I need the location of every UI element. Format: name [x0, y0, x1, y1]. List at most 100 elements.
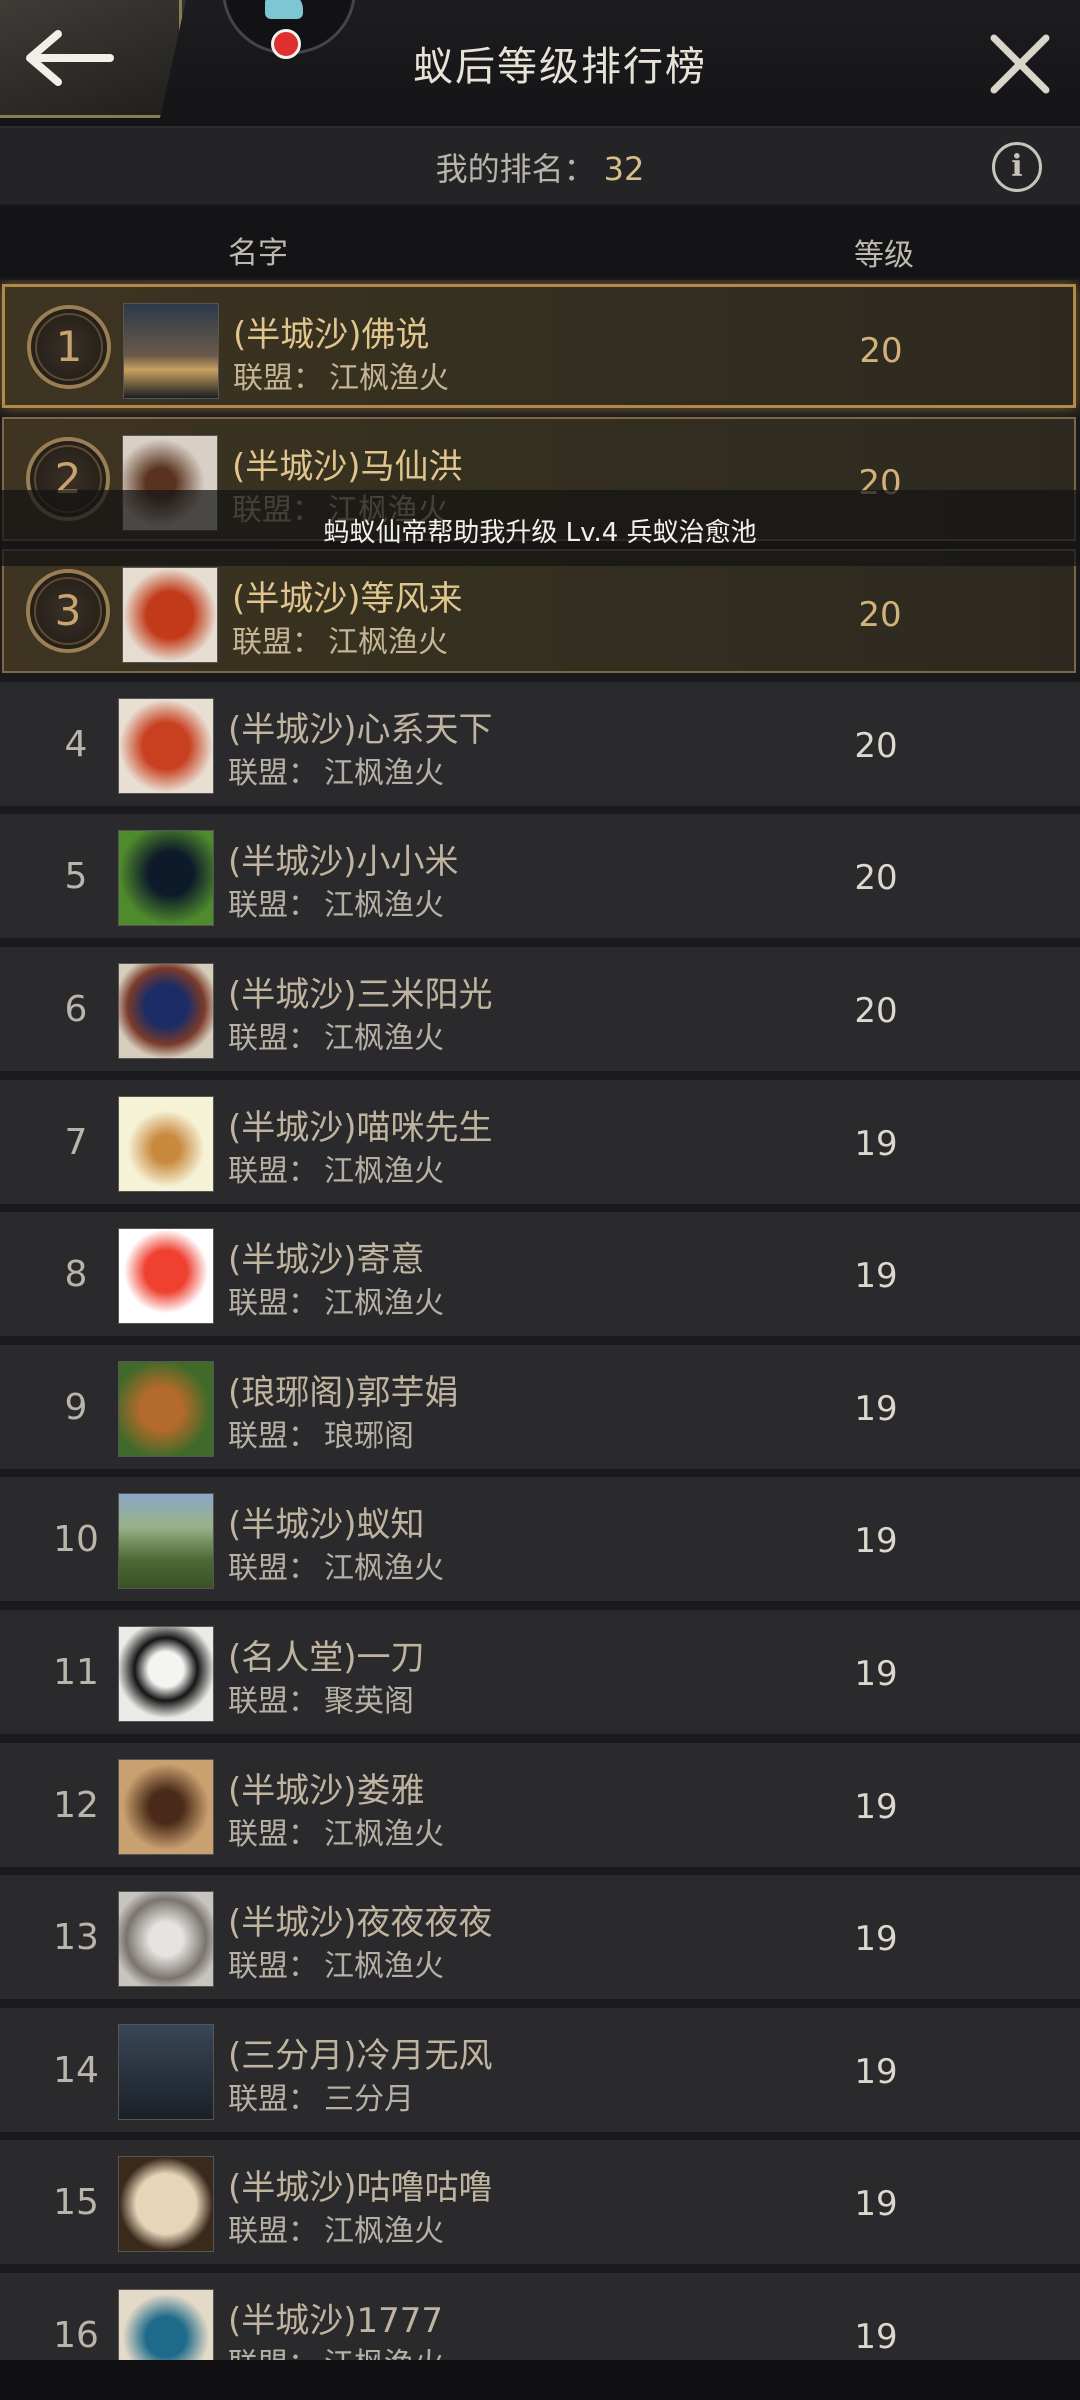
- player-avatar[interactable]: [118, 963, 214, 1059]
- player-avatar[interactable]: [118, 697, 214, 794]
- alliance-label: 联盟：: [233, 361, 323, 396]
- player-avatar[interactable]: [118, 1758, 214, 1855]
- alliance-name: 琅琊阁: [324, 1418, 414, 1454]
- alliance-name: 江枫渔火: [324, 1551, 444, 1587]
- player-level: 20: [854, 858, 898, 899]
- ranking-row[interactable]: 8 (半城沙)寄意 联盟： 江枫渔火 19: [0, 1212, 1080, 1337]
- player-avatar[interactable]: [118, 1228, 214, 1325]
- player-avatar[interactable]: [118, 1891, 214, 1988]
- alliance-label: 联盟：: [228, 888, 318, 924]
- arrow-left-icon: [26, 30, 114, 86]
- ranking-list[interactable]: 1(半城沙)佛说联盟：江枫渔火202(半城沙)马仙洪联盟：江枫渔火203(半城沙…: [0, 280, 1080, 2360]
- ranking-row[interactable]: 13 (半城沙)夜夜夜夜 联盟： 江枫渔火 19: [0, 1875, 1080, 2000]
- ranking-row[interactable]: 6 (半城沙)三米阳光 联盟： 江枫渔火 20: [0, 947, 1080, 1071]
- rank-number: 6: [64, 989, 88, 1030]
- player-alliance: 联盟：江枫渔火: [228, 2339, 444, 2360]
- alliance-label: 联盟：: [228, 1949, 318, 1985]
- my-rank-value: 32: [603, 150, 645, 188]
- player-name: (名人堂)一刀: [228, 1638, 425, 1678]
- ranking-row[interactable]: 4 (半城沙)心系天下 联盟： 江枫渔火 20: [0, 681, 1080, 806]
- alliance-name: 江枫渔火: [324, 1816, 444, 1852]
- page-title: 蚁后等级排行榜: [413, 44, 707, 90]
- player-level: 19: [854, 1123, 898, 1164]
- ranking-row[interactable]: 5 (半城沙)小小米 联盟： 江枫渔火 20: [0, 814, 1080, 939]
- player-name: (三分月)冷月无风: [228, 2035, 493, 2076]
- player-avatar[interactable]: [118, 2023, 214, 2120]
- rank-number: 4: [64, 723, 88, 765]
- my-rank-label: 我的排名：: [435, 150, 596, 188]
- player-level: 20: [858, 595, 902, 636]
- alliance-label: 联盟：: [228, 1286, 318, 1322]
- player-alliance: 联盟：江枫渔火: [228, 1146, 444, 1190]
- alliance-label: 联盟：: [228, 755, 318, 791]
- player-level: 19: [854, 1521, 898, 1562]
- ranking-row[interactable]: 15 (半城沙)咕噜咕噜 联盟： 江枫渔火 19: [0, 2140, 1080, 2265]
- player-avatar[interactable]: [122, 567, 218, 664]
- player-alliance: 联盟：江枫渔火: [232, 617, 448, 661]
- player-avatar[interactable]: [118, 1493, 214, 1590]
- info-icon[interactable]: i: [992, 142, 1042, 192]
- player-alliance: 联盟：江枫渔火: [228, 1543, 444, 1587]
- player-avatar[interactable]: [118, 1095, 214, 1192]
- back-button[interactable]: [0, 0, 186, 118]
- player-avatar[interactable]: [118, 1626, 214, 1722]
- player-level: 19: [854, 1388, 898, 1429]
- alliance-name: 聚英阁: [324, 1684, 414, 1719]
- alliance-name: 三分月: [324, 2081, 414, 2117]
- ranking-row[interactable]: 11 (名人堂)一刀 联盟： 聚英阁 19: [0, 1610, 1080, 1734]
- alliance-label: 联盟：: [228, 1816, 318, 1852]
- rank-number: 13: [53, 1917, 99, 1959]
- ranking-row[interactable]: 9 (琅琊阁)郭芋娟 联盟： 琅琊阁 19: [0, 1344, 1080, 1469]
- player-name: (半城沙)咕噜咕噜: [228, 2168, 493, 2209]
- player-alliance: 联盟： 琅琊阁: [228, 1411, 414, 1455]
- player-level: 20: [859, 331, 903, 371]
- ranking-row[interactable]: 1 (半城沙)佛说 联盟： 江枫渔火 20: [2, 284, 1076, 408]
- alliance-label: 联盟：: [228, 1551, 318, 1587]
- player-avatar[interactable]: [118, 2289, 214, 2360]
- ranking-row[interactable]: 12 (半城沙)娄雅 联盟： 江枫渔火 19: [0, 1742, 1080, 1867]
- ranking-row[interactable]: 16 (半城沙)1777 联盟： 江枫渔火 19: [0, 2273, 1080, 2360]
- player-name: (半城沙)蚁知: [228, 1505, 425, 1546]
- alliance-label: 联盟：: [228, 2347, 318, 2360]
- player-name: (半城沙)三米阳光: [228, 975, 493, 1015]
- player-alliance: 联盟：江枫渔火: [228, 1941, 444, 1985]
- close-button[interactable]: [984, 28, 1056, 100]
- rank-number: 8: [64, 1254, 88, 1296]
- player-alliance: 联盟： 聚英阁: [228, 1676, 414, 1720]
- bottom-edge: [0, 2360, 1080, 2400]
- alliance-name: 江枫渔火: [324, 1021, 444, 1056]
- player-alliance: 联盟：江枫渔火: [228, 1278, 444, 1322]
- player-alliance: 联盟：江枫渔火: [228, 748, 444, 792]
- toast-text: 蚂蚁仙帝帮助我升级 Lv.4 兵蚁治愈池: [323, 518, 757, 548]
- rank-number: 11: [53, 1652, 99, 1693]
- top-bar: 蚁后等级排行榜: [0, 0, 1080, 128]
- toast-notification: 蚂蚁仙帝帮助我升级 Lv.4 兵蚁治愈池: [0, 490, 1080, 566]
- ranking-row[interactable]: 10 (半城沙)蚁知 联盟： 江枫渔火 19: [0, 1477, 1080, 1602]
- player-level: 19: [854, 2317, 898, 2357]
- rank-medal-icon: 1: [27, 305, 111, 389]
- player-level: 20: [854, 991, 898, 1031]
- player-name: (半城沙)佛说: [233, 315, 430, 355]
- ranking-row[interactable]: 14 (三分月)冷月无风 联盟： 三分月 19: [0, 2007, 1080, 2132]
- player-name: (半城沙)夜夜夜夜: [228, 1903, 493, 1944]
- player-avatar[interactable]: [123, 303, 219, 399]
- alliance-name: 江枫渔火: [324, 1949, 444, 1985]
- player-avatar[interactable]: [118, 830, 214, 927]
- player-alliance: 联盟：江枫渔火: [228, 1809, 444, 1853]
- player-name: (半城沙)心系天下: [228, 709, 493, 750]
- alliance-label: 联盟：: [228, 1418, 318, 1454]
- alliance-name: 江枫渔火: [324, 1286, 444, 1322]
- player-alliance: 联盟： 三分月: [228, 2074, 414, 2118]
- ranking-row[interactable]: 7 (半城沙)喵咪先生 联盟： 江枫渔火 19: [0, 1079, 1080, 1204]
- close-icon: [990, 34, 1050, 94]
- alliance-label: 联盟：: [228, 1684, 318, 1719]
- player-avatar[interactable]: [118, 2156, 214, 2253]
- rank-number: 5: [64, 856, 88, 898]
- player-level: 19: [854, 2051, 898, 2092]
- player-avatar[interactable]: [118, 1360, 214, 1457]
- player-name: (半城沙)等风来: [232, 579, 463, 620]
- player-level: 19: [854, 1919, 898, 1960]
- player-name: (半城沙)1777: [228, 2301, 444, 2341]
- ranking-row[interactable]: 3 (半城沙)等风来 联盟： 江枫渔火 20: [2, 549, 1076, 674]
- player-avatar-badge[interactable]: [222, 0, 356, 59]
